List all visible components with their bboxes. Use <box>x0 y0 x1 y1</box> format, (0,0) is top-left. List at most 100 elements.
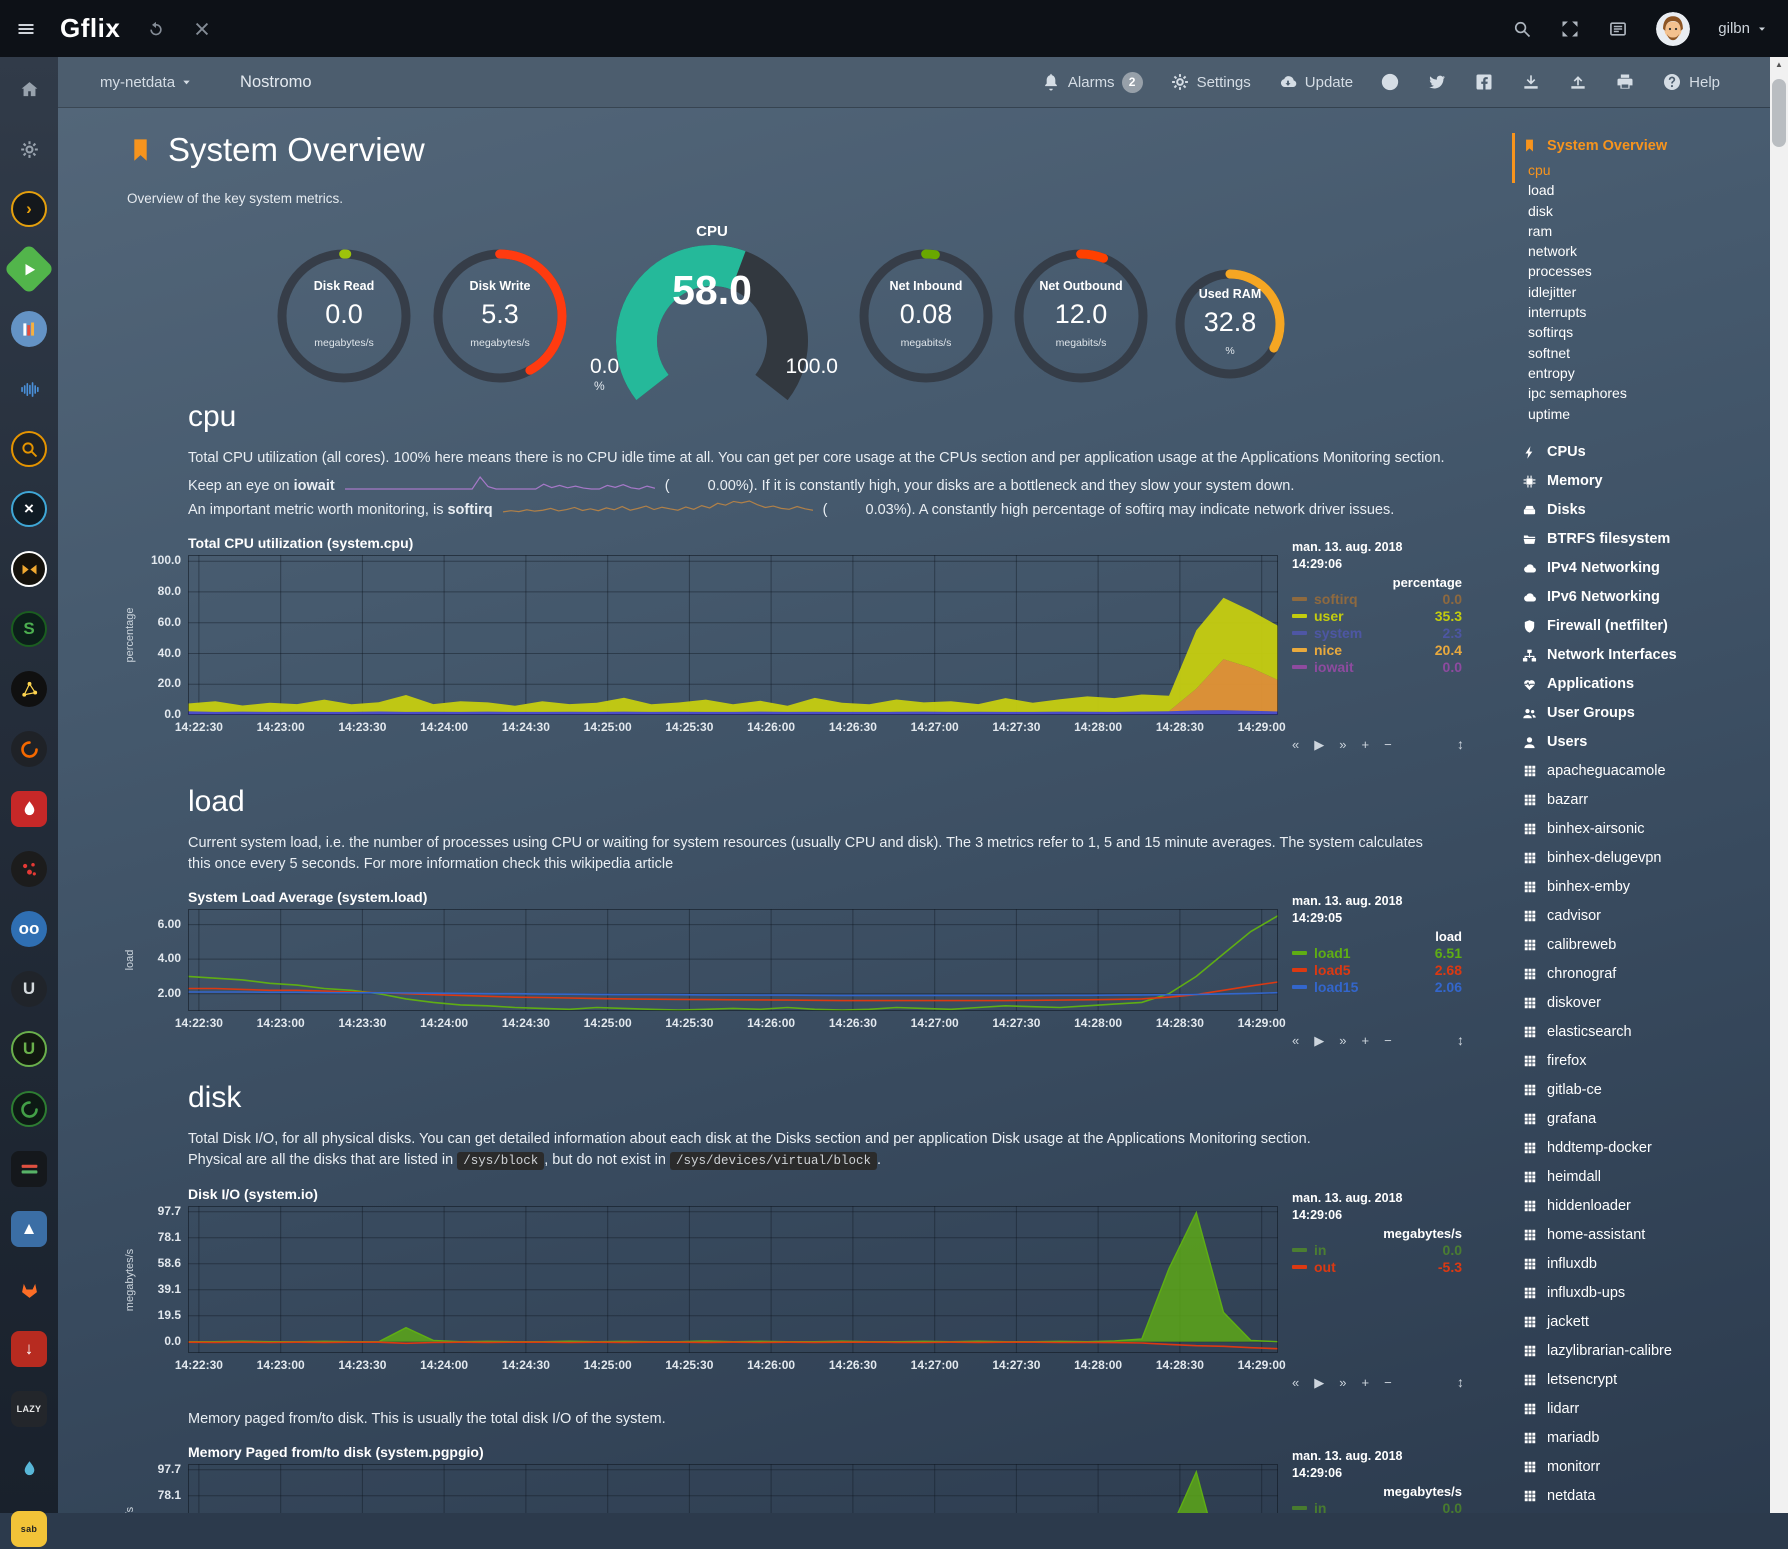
load-chart[interactable]: System Load Average (system.load) load 2… <box>188 889 1478 1037</box>
dock-organizr[interactable] <box>9 1449 49 1489</box>
menu-item-softirqs[interactable]: softirqs <box>1522 322 1770 342</box>
menu-app-apacheguacamole[interactable]: apacheguacamole <box>1522 757 1770 786</box>
gauge-used-ram[interactable]: Used RAM 32.8 % <box>1155 249 1305 399</box>
dock-airsonic[interactable] <box>9 369 49 409</box>
menu-section-firewall-netfilter-[interactable]: Firewall (netfilter) <box>1522 612 1770 641</box>
scrollbar-thumb[interactable] <box>1772 79 1786 147</box>
close-tab-icon[interactable] <box>192 19 212 39</box>
legend-item-load1[interactable]: load1 6.51 <box>1292 944 1462 961</box>
menu-item-entropy[interactable]: entropy <box>1522 363 1770 383</box>
page-scrollbar[interactable]: ▲ <box>1770 57 1788 1513</box>
menu-app-letsencrypt[interactable]: letsencrypt <box>1522 1366 1770 1395</box>
avatar[interactable] <box>1656 12 1690 46</box>
menu-app-chronograf[interactable]: chronograf <box>1522 960 1770 989</box>
menu-section-disks[interactable]: Disks <box>1522 496 1770 525</box>
legend-item-load15[interactable]: load15 2.06 <box>1292 978 1462 995</box>
dock-grafana[interactable] <box>9 729 49 769</box>
menu-section-users[interactable]: Users <box>1522 728 1770 757</box>
chart-play-button[interactable]: ▶ <box>1314 738 1324 751</box>
chart-forward-button[interactable]: » <box>1339 738 1346 751</box>
dock-app-arrow-red[interactable]: ↓ <box>9 1329 49 1369</box>
menu-app-home-assistant[interactable]: home-assistant <box>1522 1221 1770 1250</box>
menu-item-load[interactable]: load <box>1522 180 1770 200</box>
menu-app-mariadb[interactable]: mariadb <box>1522 1424 1770 1453</box>
menu-app-bazarr[interactable]: bazarr <box>1522 786 1770 815</box>
chart-backward-button[interactable]: « <box>1292 738 1299 751</box>
chart-zoom-in-button[interactable]: + <box>1361 738 1369 751</box>
menu-item-ipc-semaphores[interactable]: ipc semaphores <box>1522 383 1770 403</box>
chart-zoom-in-button[interactable]: + <box>1361 1034 1369 1047</box>
chart-resize-button[interactable]: ↕ <box>1457 1375 1464 1389</box>
menu-app-binhex-delugevpn[interactable]: binhex-delugevpn <box>1522 844 1770 873</box>
import-icon[interactable] <box>1521 72 1541 92</box>
cpu-chart[interactable]: Total CPU utilization (system.cpu) perce… <box>188 535 1478 741</box>
user-menu[interactable]: gilbn <box>1718 20 1768 37</box>
gauge-cpu[interactable]: CPU 58.0 0.0 100.0 % <box>582 219 842 409</box>
menu-item-softnet[interactable]: softnet <box>1522 343 1770 363</box>
fullscreen-icon[interactable] <box>1560 19 1580 39</box>
dock-monitorr[interactable] <box>9 1149 49 1189</box>
menu-section-memory[interactable]: Memory <box>1522 467 1770 496</box>
menu-item-interrupts[interactable]: interrupts <box>1522 302 1770 322</box>
gauge-net-inbound[interactable]: Net Inbound 0.08 megabits/s <box>851 241 1001 391</box>
dock-app-ring-green[interactable] <box>9 1089 49 1129</box>
menu-app-grafana[interactable]: grafana <box>1522 1105 1770 1134</box>
dock-app-s-green[interactable]: S <box>9 609 49 649</box>
menu-app-heimdall[interactable]: heimdall <box>1522 1163 1770 1192</box>
legend-item-iowait[interactable]: iowait 0.0 <box>1292 658 1462 675</box>
dock-app-dots-red[interactable] <box>9 849 49 889</box>
dock-home[interactable] <box>9 69 49 109</box>
menu-item-network[interactable]: network <box>1522 241 1770 261</box>
menu-app-monitorr[interactable]: monitorr <box>1522 1453 1770 1482</box>
legend-item-out[interactable]: out -5.3 <box>1292 1258 1462 1275</box>
menu-app-influxdb[interactable]: influxdb <box>1522 1250 1770 1279</box>
dock-plex[interactable]: › <box>9 189 49 229</box>
menu-item-disk[interactable]: disk <box>1522 201 1770 221</box>
menu-app-netdata[interactable]: netdata <box>1522 1482 1770 1511</box>
menu-app-binhex-airsonic[interactable]: binhex-airsonic <box>1522 815 1770 844</box>
gauge-net-outbound[interactable]: Net Outbound 12.0 megabits/s <box>1006 241 1156 391</box>
refresh-icon[interactable] <box>146 19 166 39</box>
menu-item-cpu[interactable]: cpu <box>1522 160 1770 180</box>
menu-app-calibreweb[interactable]: calibreweb <box>1522 931 1770 960</box>
dock-hiddenloader[interactable] <box>9 549 49 589</box>
chart-forward-button[interactable]: » <box>1339 1034 1346 1047</box>
update-button[interactable]: Update <box>1278 72 1353 92</box>
menu-section-applications[interactable]: Applications <box>1522 670 1770 699</box>
chart-play-button[interactable]: ▶ <box>1314 1034 1324 1047</box>
chart-zoom-out-button[interactable]: − <box>1384 1034 1392 1047</box>
help-button[interactable]: Help <box>1662 72 1720 92</box>
menu-app-hiddenloader[interactable]: hiddenloader <box>1522 1192 1770 1221</box>
github-icon[interactable] <box>1380 72 1400 92</box>
dock-app-u-dark[interactable]: U <box>9 969 49 1009</box>
menu-section-network-interfaces[interactable]: Network Interfaces <box>1522 641 1770 670</box>
gauge-disk-read[interactable]: Disk Read 0.0 megabytes/s <box>269 241 419 391</box>
print-icon[interactable] <box>1615 72 1635 92</box>
menu-section-btrfs-filesystem[interactable]: BTRFS filesystem <box>1522 525 1770 554</box>
menu-section-cpus[interactable]: CPUs <box>1522 438 1770 467</box>
dock-app-oo-blue[interactable]: oo <box>9 909 49 949</box>
dock-heimdall[interactable]: ▲ <box>9 1209 49 1249</box>
dock-calibre-web[interactable] <box>9 309 49 349</box>
legend-item-user[interactable]: user 35.3 <box>1292 607 1462 624</box>
twitter-icon[interactable] <box>1427 72 1447 92</box>
dock-jackett[interactable] <box>9 429 49 469</box>
memory-paged-chart[interactable]: Memory Paged from/to disk (system.pgpgio… <box>188 1444 1478 1513</box>
menu-item-idlejitter[interactable]: idlejitter <box>1522 282 1770 302</box>
menu-section-ipv4-networking[interactable]: IPv4 Networking <box>1522 554 1770 583</box>
menu-app-firefox[interactable]: firefox <box>1522 1047 1770 1076</box>
server-dropdown[interactable]: my-netdata <box>100 74 192 91</box>
chart-resize-button[interactable]: ↕ <box>1457 737 1464 751</box>
legend-item-in[interactable]: in 0.0 <box>1292 1499 1462 1513</box>
chart-play-button[interactable]: ▶ <box>1314 1376 1324 1389</box>
chart-backward-button[interactable]: « <box>1292 1376 1299 1389</box>
dock-lazylibrarian[interactable]: LAZY <box>9 1389 49 1429</box>
menu-app-binhex-emby[interactable]: binhex-emby <box>1522 873 1770 902</box>
alarms-button[interactable]: Alarms 2 <box>1041 72 1143 93</box>
dock-gitlab[interactable] <box>9 1269 49 1309</box>
menu-section-ipv6-networking[interactable]: IPv6 Networking <box>1522 583 1770 612</box>
scrollbar-up-arrow[interactable]: ▲ <box>1770 57 1788 73</box>
dock-diskover[interactable] <box>9 669 49 709</box>
dock-kitana[interactable]: × <box>9 489 49 529</box>
menu-app-hddtemp-docker[interactable]: hddtemp-docker <box>1522 1134 1770 1163</box>
